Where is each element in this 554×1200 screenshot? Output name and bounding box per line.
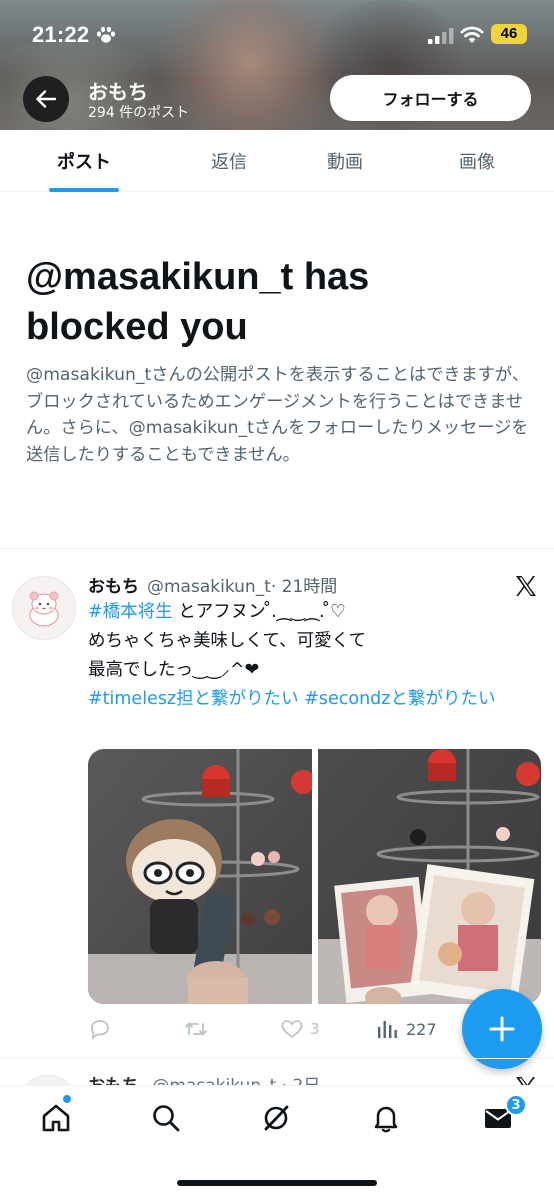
nav-search[interactable]	[146, 1098, 186, 1138]
back-button[interactable]	[23, 76, 69, 122]
profile-name: おもち	[88, 80, 148, 104]
x-logo-icon	[516, 1077, 535, 1085]
messages-badge: 3	[505, 1094, 527, 1116]
cellular-signal-icon	[428, 28, 454, 44]
tab-replies[interactable]: 返信	[168, 130, 290, 192]
compose-post-button[interactable]	[462, 989, 542, 1069]
next-tweet-peek[interactable]: おもち @masakikun_t · 2日	[0, 1063, 554, 1085]
paw-icon	[96, 26, 116, 43]
nav-grok[interactable]	[256, 1098, 296, 1138]
like-button[interactable]: 3	[280, 1014, 320, 1044]
views-count: 227	[406, 1019, 437, 1039]
photo-plush-doll	[88, 749, 312, 1004]
tweet-text-fragment: とアフヌン ̊.⁔‿⁔. ̊♡	[172, 602, 346, 622]
active-tab-indicator	[49, 188, 119, 192]
wifi-icon	[460, 26, 484, 43]
reply-button[interactable]	[88, 1014, 112, 1044]
profile-header-banner: 21:22 46 おもち 294 件のポスト フォローする	[0, 0, 554, 130]
x-logo-icon	[516, 576, 536, 596]
photo-afternoon-tea	[318, 749, 541, 1004]
nav-notifications[interactable]	[366, 1098, 406, 1138]
heart-icon	[281, 1020, 303, 1039]
tweet-photo-1[interactable]	[88, 749, 312, 1004]
next-tweet-avatar	[18, 1075, 78, 1085]
tweet-line-1: #橋本将生 とアフヌン ̊.⁔‿⁔. ̊♡	[88, 598, 540, 627]
tab-label: 動画	[327, 152, 363, 173]
profile-tabs: ポスト 返信 動画 画像	[0, 130, 554, 192]
like-count: 3	[310, 1020, 320, 1038]
home-notification-dot	[62, 1094, 72, 1104]
repost-button[interactable]	[184, 1014, 208, 1044]
tweet-hashtags: #timelesz担と繋がりたい #secondzと繋がりたい	[88, 685, 540, 714]
plus-icon	[489, 1016, 515, 1042]
hashtag-link[interactable]: #橋本将生	[88, 602, 173, 622]
tweet-time: · 21時間	[270, 577, 338, 597]
tweet-text: #橋本将生 とアフヌン ̊.⁔‿⁔. ̊♡ めちゃくちゃ美味しくて、可愛くて 最…	[88, 598, 540, 714]
tab-posts[interactable]: ポスト	[0, 130, 168, 192]
status-bar: 21:22 46	[0, 0, 554, 70]
next-tweet-author-name: おもち	[88, 1076, 139, 1085]
grok-icon	[264, 1105, 289, 1131]
blocked-title-line1: @masakikun_t has	[26, 256, 370, 298]
home-icon	[42, 1104, 70, 1132]
reply-icon	[91, 1020, 109, 1040]
next-tweet-handle: @masakikun_t · 2日	[152, 1076, 320, 1085]
tweet-avatar[interactable]	[12, 576, 76, 640]
views-button[interactable]: 227	[376, 1014, 437, 1044]
status-time: 21:22	[32, 22, 90, 47]
bell-icon	[374, 1106, 398, 1133]
tweet-photo-2[interactable]	[318, 749, 541, 1004]
hashtag-link[interactable]: #timelesz担と繋がりたい	[88, 689, 299, 709]
tab-images[interactable]: 画像	[400, 130, 554, 192]
blocked-title: @masakikun_t has blocked you	[26, 252, 526, 352]
search-icon	[153, 1105, 180, 1132]
nav-home[interactable]	[36, 1098, 76, 1138]
battery-icon: 46	[491, 24, 527, 44]
tweet-line-3: 最高でしたっ‿‿⸝^❤	[88, 660, 260, 680]
hashtag-link[interactable]: #secondzと繋がりたい	[299, 689, 495, 709]
arrow-left-icon	[36, 90, 57, 108]
blocked-description: @masakikun_tさんの公開ポストを表示することはできますが、ブロックされ…	[26, 365, 530, 465]
next-tweet-header: おもち @masakikun_t · 2日	[88, 1071, 320, 1085]
tweet-header: おもち @masakikun_t· 21時間	[88, 572, 337, 597]
tweet-author-name[interactable]: おもち	[88, 577, 139, 597]
blocked-title-line2: blocked you	[26, 306, 248, 348]
views-bar-chart-icon	[378, 1021, 397, 1038]
repost-icon	[185, 1022, 207, 1036]
avatar-character-image	[29, 591, 59, 627]
tweet-line-2: めちゃくちゃ美味しくて、可愛くて	[88, 631, 367, 651]
post-count: 294 件のポスト	[88, 105, 190, 121]
follow-button[interactable]: フォローする	[330, 75, 531, 121]
tweet-author-handle[interactable]: @masakikun_t	[147, 577, 271, 597]
divider	[0, 548, 554, 549]
tab-videos[interactable]: 動画	[290, 130, 400, 192]
tab-label: 返信	[211, 152, 247, 173]
divider	[0, 1058, 554, 1059]
tab-label: ポスト	[57, 152, 111, 173]
home-indicator	[177, 1180, 377, 1186]
tab-label: 画像	[459, 152, 495, 173]
